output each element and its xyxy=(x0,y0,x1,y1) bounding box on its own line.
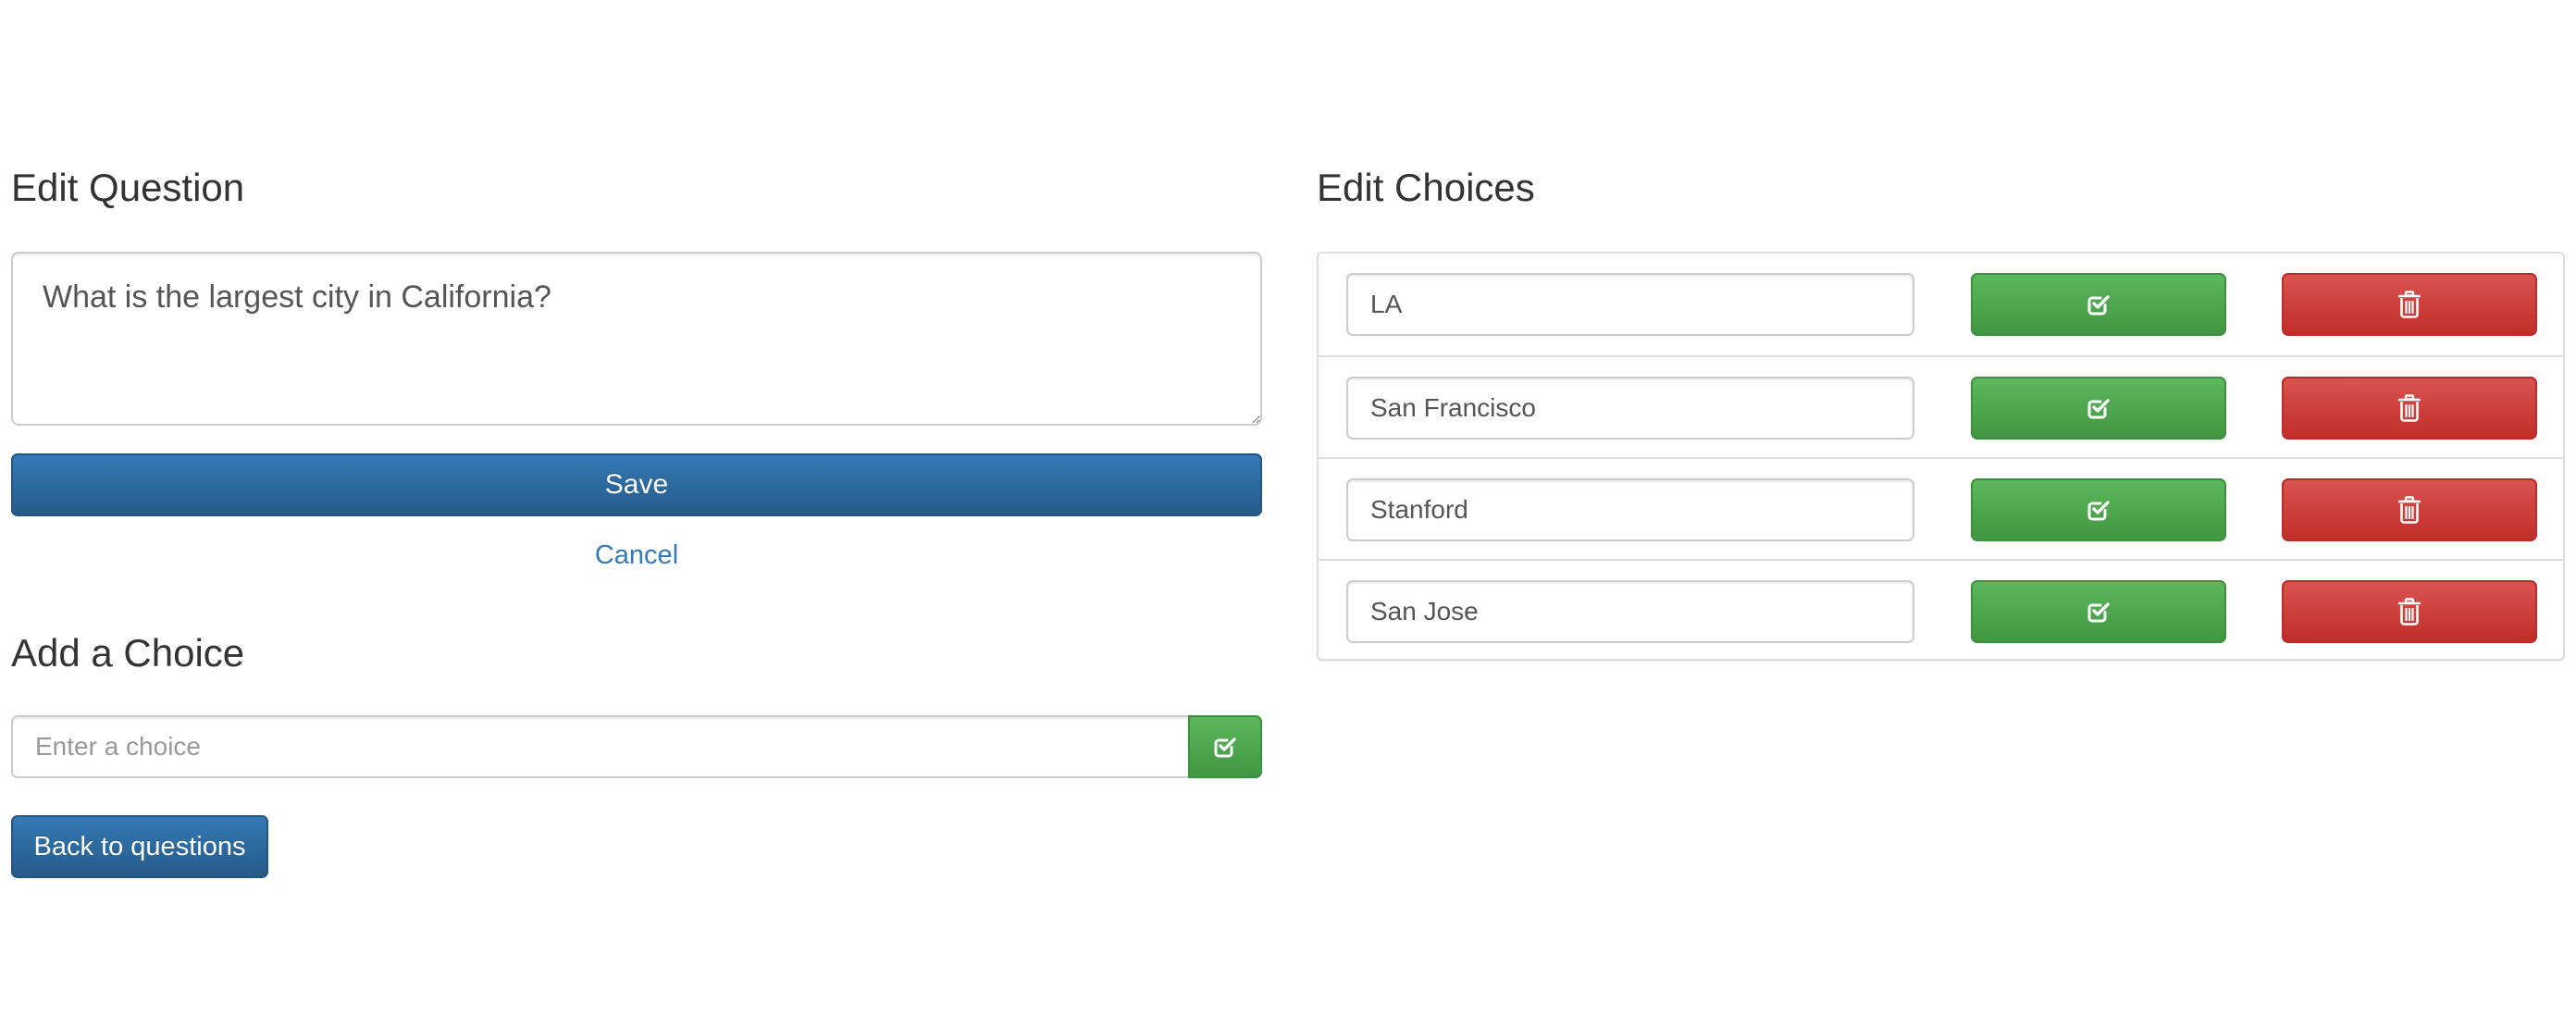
delete-choice-button[interactable] xyxy=(2282,580,2537,643)
delete-choice-button[interactable] xyxy=(2282,273,2537,336)
delete-choice-button[interactable] xyxy=(2282,478,2537,541)
check-square-icon xyxy=(2087,600,2111,624)
choice-input-san-francisco[interactable] xyxy=(1346,377,1914,440)
new-choice-input[interactable] xyxy=(11,715,1188,778)
choices-list xyxy=(1317,252,2565,661)
trash-icon xyxy=(2398,598,2421,626)
trash-icon xyxy=(2398,394,2421,422)
list-item xyxy=(1319,559,2563,661)
save-choice-button[interactable] xyxy=(1971,478,2226,541)
cancel-link[interactable]: Cancel xyxy=(11,540,1262,571)
question-textarea[interactable]: What is the largest city in California? xyxy=(11,252,1262,426)
choice-input-la[interactable] xyxy=(1346,273,1914,336)
choice-input-san-jose[interactable] xyxy=(1346,580,1914,643)
save-choice-button[interactable] xyxy=(1971,580,2226,643)
choice-input-stanford[interactable] xyxy=(1346,478,1914,541)
check-square-icon xyxy=(1213,735,1237,759)
save-button[interactable]: Save xyxy=(11,453,1262,516)
list-item xyxy=(1319,355,2563,457)
add-choice-input-group xyxy=(11,715,1262,778)
list-item xyxy=(1319,254,2563,355)
check-square-icon xyxy=(2087,498,2111,522)
trash-icon xyxy=(2398,496,2421,524)
add-choice-heading: Add a Choice xyxy=(11,631,245,675)
edit-question-heading: Edit Question xyxy=(11,166,245,209)
trash-icon xyxy=(2398,291,2421,318)
check-square-icon xyxy=(2087,396,2111,420)
check-square-icon xyxy=(2087,292,2111,316)
save-choice-button[interactable] xyxy=(1971,377,2226,440)
save-choice-button[interactable] xyxy=(1971,273,2226,336)
add-choice-button[interactable] xyxy=(1188,715,1262,778)
delete-choice-button[interactable] xyxy=(2282,377,2537,440)
list-item xyxy=(1319,457,2563,559)
edit-choices-heading: Edit Choices xyxy=(1317,166,1535,209)
back-to-questions-button[interactable]: Back to questions xyxy=(11,815,268,878)
page: Edit Question What is the largest city i… xyxy=(0,0,2576,1016)
